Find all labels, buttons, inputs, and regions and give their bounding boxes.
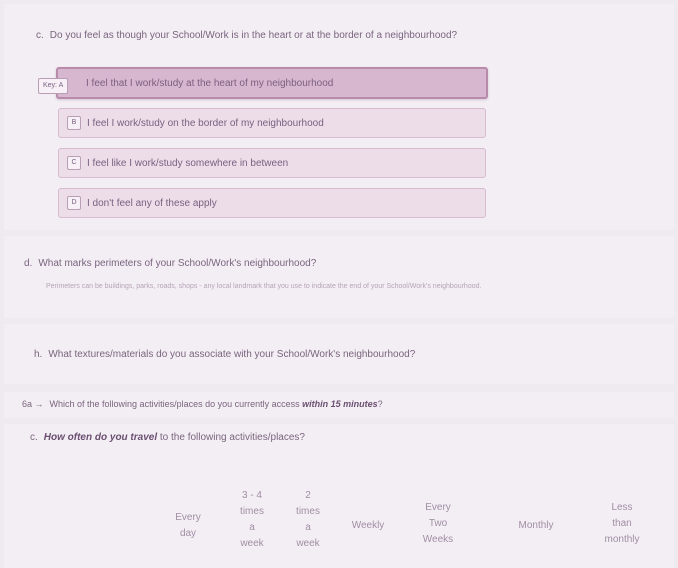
question-6a-text: 6a → Which of the following activities/pl… <box>22 399 383 409</box>
option-label: I feel that I work/study at the heart of… <box>86 77 334 89</box>
question-c-text: c. Do you feel as though your School/Work… <box>36 30 458 41</box>
option-key: D <box>67 196 81 210</box>
question-d-panel <box>4 236 674 318</box>
frequency-column-headers: Every day 3 - 4 times a week 2 times a w… <box>0 490 678 568</box>
question-d-hint: Perimeters can be buildings, parks, road… <box>46 283 482 290</box>
question-h-text: h. What textures/materials do you associa… <box>34 349 416 360</box>
column-header-weekly: Weekly <box>351 520 385 531</box>
question-d-text: d. What marks perimeters of your School/W… <box>24 258 317 269</box>
option-label: I feel I work/study on the border of my … <box>87 117 324 129</box>
column-header-every-two-weeks: Every Two Weeks <box>422 502 454 545</box>
column-header-monthly: Monthly <box>518 520 554 531</box>
key-badge: Key: A <box>38 78 69 94</box>
column-header-2-times: 2 times a week <box>296 490 320 549</box>
option-key: C <box>67 156 81 170</box>
option-d[interactable]: D I don't feel any of these apply <box>58 188 486 218</box>
option-label: I don't feel any of these apply <box>87 197 217 209</box>
option-c[interactable]: C I feel like I work/study somewhere in … <box>58 148 486 178</box>
option-key: B <box>67 116 81 130</box>
option-label: I feel like I work/study somewhere in be… <box>87 157 289 169</box>
column-header-3-4-times: 3 - 4 times a week <box>240 490 264 549</box>
question-frequency-text: c. How often do you travel to the followi… <box>30 432 305 443</box>
option-b[interactable]: B I feel I work/study on the border of m… <box>58 108 486 138</box>
option-a[interactable]: A I feel that I work/study at the heart … <box>56 67 488 99</box>
column-header-every-day: Every day <box>175 512 201 539</box>
column-header-less-than-monthly: Less than monthly <box>604 502 640 545</box>
